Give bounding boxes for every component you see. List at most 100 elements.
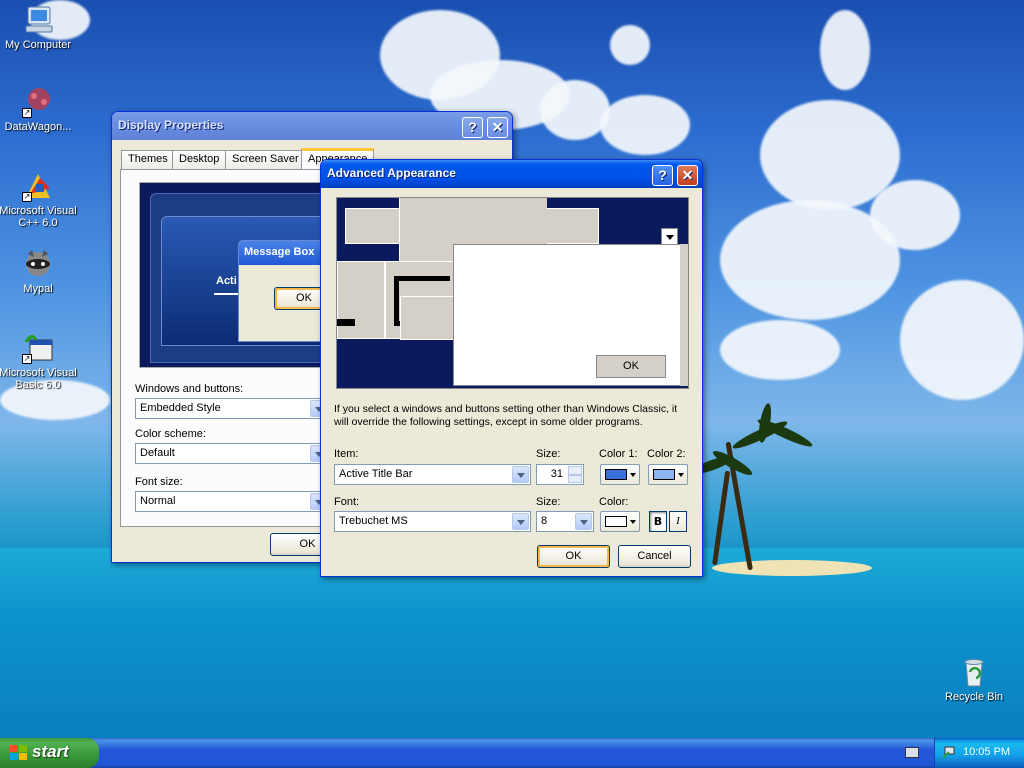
close-icon: ✕ (491, 119, 504, 135)
shortcut-arrow-icon: ↗ (22, 192, 32, 202)
close-button[interactable]: ✕ (677, 165, 698, 186)
info-text: If you select a windows and buttons sett… (334, 403, 678, 428)
item-size-label: Size: (536, 448, 561, 460)
preview-black-bar (337, 319, 355, 326)
system-tray: 10:05 PM (934, 738, 1024, 768)
desktop-icon-recycle-bin[interactable]: Recycle Bin (934, 656, 1014, 703)
display-properties-titlebar[interactable]: Display Properties ? ✕ (112, 112, 512, 140)
desktop-icon-datawagon[interactable]: ↗ DataWagon... (0, 86, 78, 133)
desktop-icon-label: Microsoft Visual Basic 6.0 (0, 367, 77, 391)
desktop-icon-my-computer[interactable]: My Computer (0, 4, 78, 51)
shortcut-arrow-icon: ↗ (22, 108, 32, 118)
item-value: Active Title Bar (339, 468, 413, 480)
chevron-down-icon (678, 473, 684, 477)
shortcut-arrow-icon: ↗ (22, 354, 32, 364)
advanced-preview[interactable]: OK (336, 197, 689, 389)
preview-scrollbar (680, 244, 688, 386)
chevron-down-icon[interactable] (512, 466, 529, 483)
taskbar: start 10:05 PM (0, 738, 1024, 768)
preview-inner-window (385, 261, 456, 340)
help-icon: ? (468, 119, 477, 135)
close-button[interactable]: ✕ (487, 117, 508, 138)
desktop-icon-visual-cpp[interactable]: ↗ Microsoft Visual C++ 6.0 (0, 170, 78, 229)
tab-screen-saver[interactable]: Screen Saver (225, 150, 306, 169)
windows-and-buttons-value: Embedded Style (140, 402, 221, 414)
clock[interactable]: 10:05 PM (963, 746, 1010, 758)
dialog-title: Advanced Appearance (327, 166, 456, 180)
color1-button[interactable] (600, 464, 640, 485)
chevron-down-icon[interactable] (575, 513, 592, 530)
help-button[interactable]: ? (652, 165, 673, 186)
preview-window-frame (337, 261, 385, 339)
desktop-icon-mypal[interactable]: Mypal (0, 248, 78, 295)
tab-themes[interactable]: Themes (121, 150, 175, 169)
item-label: Item: (334, 448, 359, 460)
windows-and-buttons-select[interactable]: Embedded Style (135, 398, 329, 419)
start-label: start (32, 742, 69, 761)
help-icon: ? (658, 167, 667, 183)
advanced-appearance-body: OK If you select a windows and buttons s… (324, 188, 699, 573)
network-icon[interactable] (942, 746, 957, 759)
font-label: Font: (334, 496, 360, 508)
font-size-label: Font size: (135, 476, 183, 488)
font-value: Trebuchet MS (339, 515, 408, 527)
close-icon: ✕ (681, 167, 694, 183)
desktop-icon-visual-basic[interactable]: ↗ Microsoft Visual Basic 6.0 (0, 332, 78, 391)
preview-divider (214, 293, 240, 295)
item-size-spinner[interactable]: 31 (536, 464, 584, 485)
color-scheme-label: Color scheme: (135, 428, 206, 440)
item-select[interactable]: Active Title Bar (334, 464, 531, 485)
desktop-icon-label: DataWagon... (4, 121, 72, 133)
font-size-value: Normal (140, 495, 176, 507)
preview-scroll-arrow (661, 228, 678, 245)
chevron-down-icon (630, 473, 636, 477)
windows-logo-icon (10, 745, 27, 761)
datawagon-icon: ↗ (22, 86, 54, 118)
font-select[interactable]: Trebuchet MS (334, 511, 531, 532)
preview-message-box-title: Message Box (244, 246, 315, 258)
desktop-icon-label: My Computer (4, 39, 72, 51)
preview-ok-button: OK (596, 355, 666, 378)
color2-button[interactable] (648, 464, 688, 485)
color-scheme-value: Default (140, 447, 175, 459)
window-title: Display Properties (118, 118, 224, 132)
color1-swatch (605, 469, 627, 480)
my-computer-icon (22, 4, 54, 36)
bold-toggle[interactable]: B (649, 511, 667, 532)
advanced-appearance-dialog: Advanced Appearance ? ✕ OK If you select… (320, 159, 703, 577)
tab-desktop[interactable]: Desktop (172, 150, 227, 169)
font-size-select[interactable]: Normal (135, 491, 329, 512)
start-button[interactable]: start (0, 738, 99, 768)
desktop-icon-label: Mypal (23, 283, 53, 295)
font-size-select[interactable]: 8 (536, 511, 594, 532)
preview-message-area: OK (453, 244, 683, 386)
font-color-swatch (605, 516, 627, 527)
item-size-value: 31 (550, 468, 563, 480)
color2-label: Color 2: (647, 448, 686, 460)
desktop-icon-label: Recycle Bin (944, 691, 1004, 703)
font-size-value: 8 (541, 515, 548, 527)
desktop-icon-label: Microsoft Visual C++ 6.0 (0, 205, 77, 229)
recycle-bin-icon (958, 656, 990, 688)
mypal-icon (22, 248, 54, 280)
cancel-button[interactable]: Cancel (618, 545, 691, 568)
help-button[interactable]: ? (462, 117, 483, 138)
chevron-down-icon (630, 520, 636, 524)
color-scheme-select[interactable]: Default (135, 443, 329, 464)
advanced-appearance-titlebar[interactable]: Advanced Appearance ? ✕ (321, 160, 702, 188)
visual-cpp-icon: ↗ (22, 170, 54, 202)
font-color-button[interactable] (600, 511, 640, 532)
spin-down-icon[interactable] (568, 475, 582, 483)
spin-up-icon[interactable] (568, 466, 582, 475)
preview-window-title: Acti (216, 275, 237, 287)
font-size-label: Size: (536, 496, 561, 508)
chevron-down-icon[interactable] (512, 513, 529, 530)
windows-and-buttons-label: Windows and buttons: (135, 383, 244, 395)
color1-label: Color 1: (599, 448, 638, 460)
font-color-label: Color: (599, 496, 629, 508)
visual-basic-icon: ↗ (22, 332, 54, 364)
keyboard-icon[interactable] (905, 747, 919, 758)
color2-swatch (653, 469, 675, 480)
ok-button[interactable]: OK (537, 545, 610, 568)
italic-toggle[interactable]: I (669, 511, 687, 532)
